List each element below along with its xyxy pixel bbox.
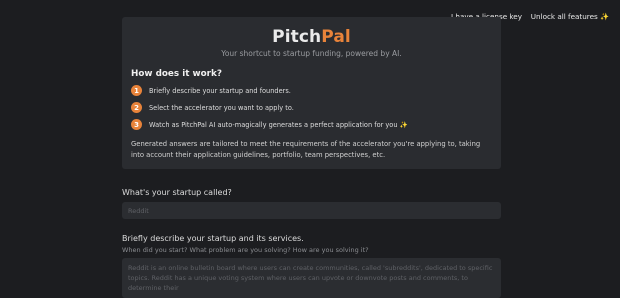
description-label: Briefly describe your startup and its se… bbox=[122, 234, 304, 243]
brand-name-pitch: Pitch bbox=[272, 27, 322, 47]
tailoring-note: Generated answers are tailored to meet t… bbox=[131, 140, 481, 159]
startup-name-input[interactable] bbox=[122, 202, 501, 219]
unlock-label: Unlock all features bbox=[530, 12, 598, 21]
step-item: 1 Briefly describe your startup and foun… bbox=[131, 85, 291, 96]
step-number-badge: 3 bbox=[131, 119, 142, 130]
description-textarea[interactable] bbox=[122, 258, 501, 298]
brand-name-pal: Pal bbox=[321, 27, 351, 47]
step-number-badge: 2 bbox=[131, 102, 142, 113]
how-it-works-title: How does it work? bbox=[131, 69, 222, 79]
description-hint: When did you start? What problem are you… bbox=[122, 246, 369, 254]
step-number-badge: 1 bbox=[131, 85, 142, 96]
unlock-features-link[interactable]: Unlock all features ✨ bbox=[531, 12, 609, 21]
startup-name-label: What's your startup called? bbox=[122, 188, 232, 197]
step-text: Briefly describe your startup and founde… bbox=[149, 86, 291, 95]
step-item: 3 Watch as PitchPal AI auto-magically ge… bbox=[131, 119, 408, 130]
brand-logo: PitchPal bbox=[122, 27, 501, 47]
intro-card: PitchPal Your shortcut to startup fundin… bbox=[122, 17, 501, 169]
tagline: Your shortcut to startup funding, powere… bbox=[221, 49, 402, 58]
step-text: Watch as PitchPal AI auto-magically gene… bbox=[149, 120, 408, 129]
step-text: Select the accelerator you want to apply… bbox=[149, 103, 294, 112]
step-item: 2 Select the accelerator you want to app… bbox=[131, 102, 294, 113]
sparkles-icon: ✨ bbox=[600, 12, 609, 21]
